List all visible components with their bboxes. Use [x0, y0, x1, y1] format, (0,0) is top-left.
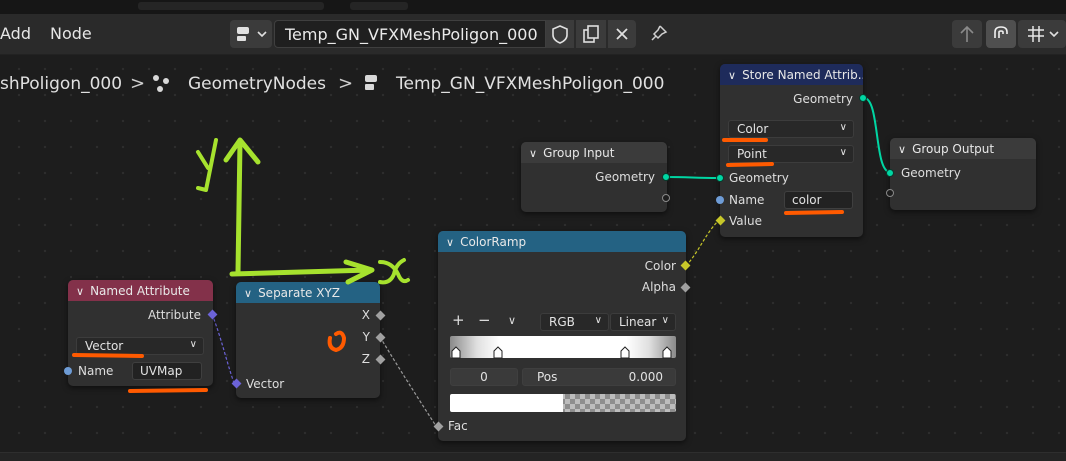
highlight-underline-vector [72, 353, 144, 358]
highlight-underline-uvmap [128, 388, 208, 393]
y-letter [196, 138, 218, 192]
y-axis-arrow [223, 137, 261, 275]
highlight-underline-point [726, 162, 774, 167]
x-axis-arrow [229, 259, 375, 285]
highlight-circle-y [327, 330, 346, 352]
highlight-underline-name [784, 210, 844, 215]
x-letter [378, 258, 410, 285]
node-editor-canvas[interactable]: Add Node Temp_GN_VFXMeshPoligon_000 shPo… [0, 0, 1066, 461]
annotation-overlay [72, 137, 844, 393]
